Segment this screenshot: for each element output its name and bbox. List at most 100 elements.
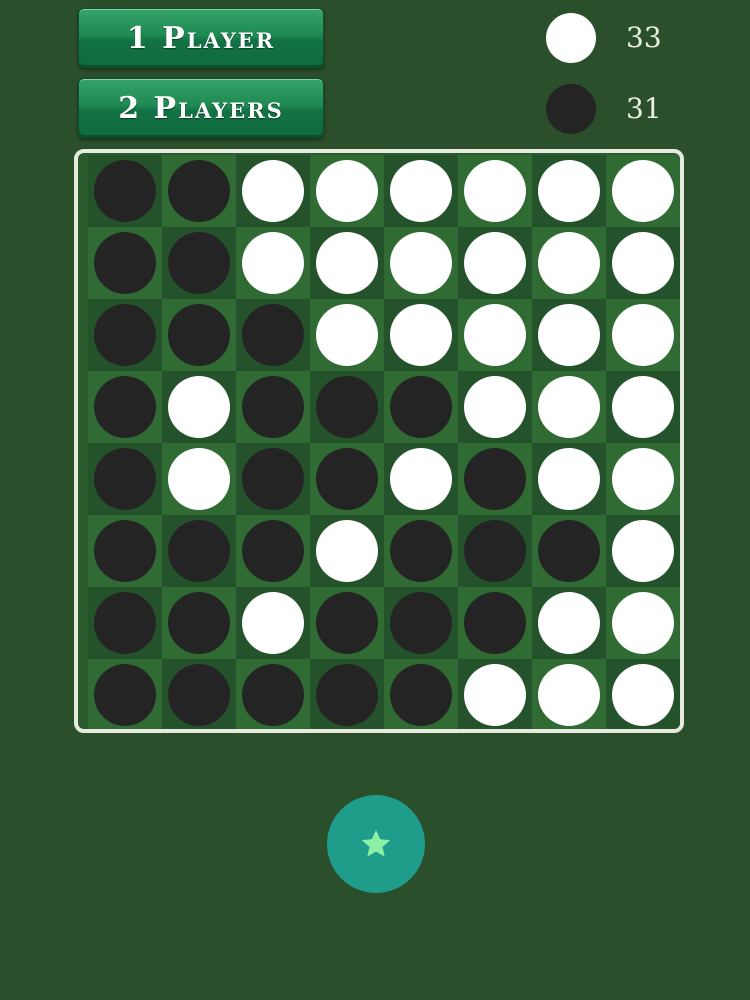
board-cell[interactable] [310, 299, 384, 371]
board-cell[interactable] [458, 515, 532, 587]
board-cell[interactable] [88, 371, 162, 443]
one-player-button[interactable]: 1 Player [78, 8, 324, 68]
board-cell[interactable] [88, 659, 162, 729]
board-cell[interactable] [532, 443, 606, 515]
board-cell[interactable] [162, 659, 236, 729]
board-cell[interactable] [310, 587, 384, 659]
board-cell[interactable] [532, 659, 606, 729]
board-cell[interactable] [384, 155, 458, 227]
board-cell[interactable] [162, 155, 236, 227]
board-cell[interactable] [162, 299, 236, 371]
black-disc [94, 592, 156, 654]
board-cell[interactable] [162, 515, 236, 587]
white-disc [538, 232, 600, 294]
board-cell[interactable] [458, 443, 532, 515]
black-disc [168, 160, 230, 222]
white-disc [612, 304, 674, 366]
board-cell[interactable] [236, 227, 310, 299]
board-cell[interactable] [384, 587, 458, 659]
black-score-count: 31 [626, 92, 662, 125]
black-disc [390, 592, 452, 654]
board-cell[interactable] [310, 443, 384, 515]
board-cell[interactable] [162, 227, 236, 299]
white-disc [464, 232, 526, 294]
white-disc [390, 448, 452, 510]
board-cell[interactable] [236, 371, 310, 443]
black-disc [94, 232, 156, 294]
board-cell[interactable] [310, 659, 384, 729]
board-cell[interactable] [532, 515, 606, 587]
black-disc [316, 592, 378, 654]
black-disc [316, 448, 378, 510]
white-disc [612, 448, 674, 510]
board-cell[interactable] [236, 299, 310, 371]
board-cell[interactable] [88, 515, 162, 587]
black-score-disc-icon [546, 84, 596, 134]
white-disc [538, 160, 600, 222]
board-cell[interactable] [458, 299, 532, 371]
black-disc [464, 448, 526, 510]
board-cell[interactable] [458, 659, 532, 729]
board-cell[interactable] [236, 515, 310, 587]
board-cell[interactable] [384, 227, 458, 299]
white-disc [242, 592, 304, 654]
board-cell[interactable] [606, 659, 680, 729]
board-cell[interactable] [458, 227, 532, 299]
board-cell[interactable] [458, 371, 532, 443]
board-cell[interactable] [236, 443, 310, 515]
board-cell[interactable] [532, 371, 606, 443]
star-button[interactable] [327, 795, 425, 893]
board-cell[interactable] [606, 443, 680, 515]
board-cell[interactable] [384, 299, 458, 371]
black-disc [242, 304, 304, 366]
board-cell[interactable] [532, 155, 606, 227]
board-cell[interactable] [606, 155, 680, 227]
two-players-button[interactable]: 2 Players [78, 78, 324, 138]
board-cell[interactable] [236, 155, 310, 227]
board-cell[interactable] [458, 587, 532, 659]
board-cell[interactable] [606, 587, 680, 659]
white-disc [242, 232, 304, 294]
board-cell[interactable] [88, 155, 162, 227]
black-disc [316, 376, 378, 438]
board-cell[interactable] [384, 443, 458, 515]
black-disc [242, 520, 304, 582]
board-cell[interactable] [458, 155, 532, 227]
black-disc [464, 592, 526, 654]
board-cell[interactable] [88, 587, 162, 659]
black-disc [94, 376, 156, 438]
board-cell[interactable] [236, 587, 310, 659]
board-cell[interactable] [606, 515, 680, 587]
board-cell[interactable] [310, 371, 384, 443]
board-cell[interactable] [88, 443, 162, 515]
board-cell[interactable] [384, 659, 458, 729]
board-cell[interactable] [606, 299, 680, 371]
board-cell[interactable] [310, 227, 384, 299]
board-cell[interactable] [384, 515, 458, 587]
board-cell[interactable] [532, 227, 606, 299]
board-cell[interactable] [162, 371, 236, 443]
board-cell[interactable] [162, 587, 236, 659]
board-cell[interactable] [236, 659, 310, 729]
board-cell[interactable] [532, 299, 606, 371]
white-disc [612, 160, 674, 222]
board-cell[interactable] [532, 587, 606, 659]
board-cell[interactable] [310, 155, 384, 227]
white-disc [612, 232, 674, 294]
black-disc [94, 448, 156, 510]
white-disc [464, 304, 526, 366]
board-cell[interactable] [162, 443, 236, 515]
board-cell[interactable] [606, 227, 680, 299]
board-cell[interactable] [606, 371, 680, 443]
black-disc [390, 520, 452, 582]
white-disc [390, 160, 452, 222]
white-disc [316, 232, 378, 294]
white-disc [612, 664, 674, 726]
board-cell[interactable] [310, 515, 384, 587]
board-cell[interactable] [88, 227, 162, 299]
game-board [74, 149, 684, 733]
white-disc [538, 664, 600, 726]
white-disc [538, 592, 600, 654]
board-cell[interactable] [88, 299, 162, 371]
board-cell[interactable] [384, 371, 458, 443]
